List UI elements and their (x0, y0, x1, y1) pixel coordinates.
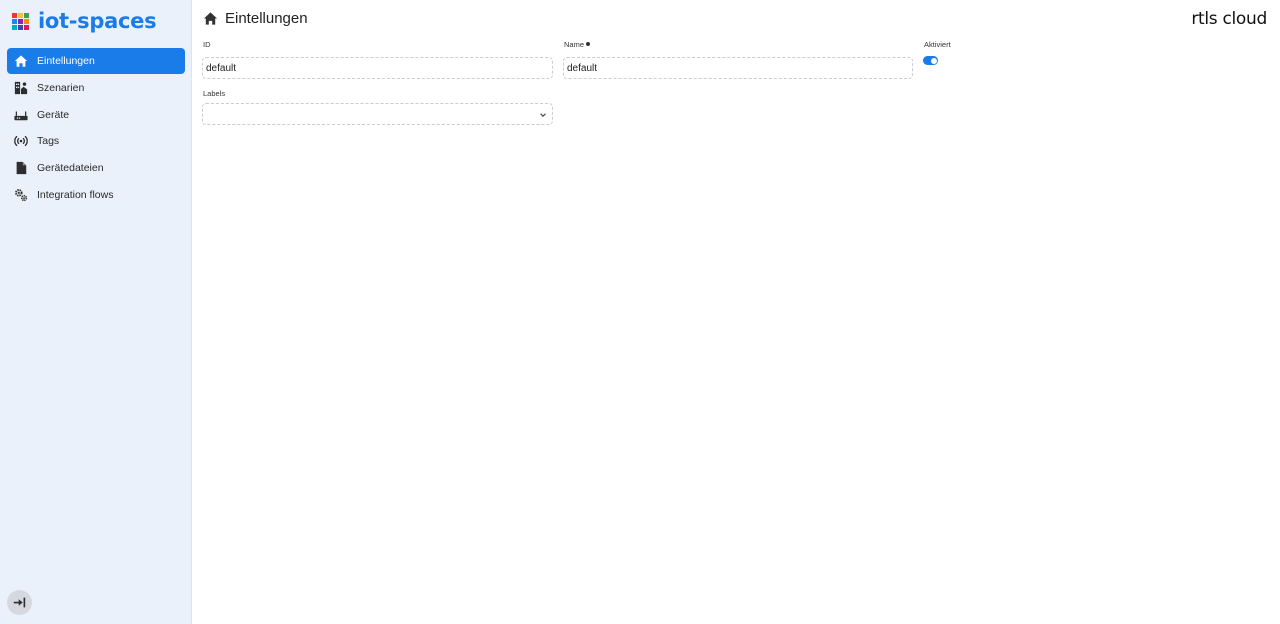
router-icon (13, 107, 29, 123)
brand[interactable]: iot-spaces (12, 8, 157, 34)
brand-grid-cell (24, 24, 29, 30)
page-header: Eintellungen (203, 8, 308, 28)
id-label: ID (203, 40, 211, 49)
id-field[interactable] (202, 57, 553, 79)
name-field[interactable] (563, 57, 913, 79)
home-icon (13, 53, 29, 69)
enabled-label: Aktiviert (924, 40, 951, 49)
main-content: Eintellungen rtls cloud ID Name Aktivier… (193, 0, 1280, 624)
sidebar-item-label: Gerätedateien (37, 162, 104, 175)
sidebar-item-szenarien[interactable]: Szenarien (7, 75, 185, 101)
enabled-toggle[interactable] (923, 56, 938, 65)
logout-button[interactable] (7, 590, 32, 615)
labels-select[interactable] (202, 103, 553, 125)
gears-icon (13, 187, 29, 203)
sidebar-item-tags[interactable]: Tags (7, 128, 185, 154)
home-icon (203, 11, 218, 26)
page-title: Eintellungen (225, 9, 308, 27)
sidebar: iot-spaces Eintellungen Szenarien Geräte… (0, 0, 192, 624)
rtls-cloud-logo: rtls cloud (1191, 9, 1267, 29)
sidebar-item-label: Geräte (37, 108, 70, 121)
brand-grid-cell (24, 18, 29, 24)
sidebar-item-label: Szenarien (37, 81, 85, 94)
broadcast-icon (13, 133, 29, 149)
sidebar-item-integration-flows[interactable]: Integration flows (7, 182, 185, 208)
brand-grid-icon (12, 12, 29, 30)
brand-grid-cell (18, 24, 23, 30)
labels-label: Labels (203, 89, 226, 98)
logout-icon (13, 596, 26, 609)
required-indicator (586, 42, 591, 46)
name-label: Name (564, 40, 591, 49)
toggle-knob (930, 57, 937, 64)
name-label-text: Name (564, 40, 585, 49)
scenarios-icon (13, 80, 29, 96)
chevron-down-icon (540, 113, 546, 117)
brand-grid-cell (12, 12, 17, 18)
brand-grid-cell (24, 12, 29, 18)
brand-grid-cell (18, 12, 23, 18)
sidebar-item-label: Tags (37, 135, 60, 148)
brand-grid-cell (18, 18, 23, 24)
sidebar-item-eintellungen[interactable]: Eintellungen (7, 48, 185, 74)
sidebar-item-geratedateien[interactable]: Gerätedateien (7, 155, 185, 181)
brand-grid-cell (12, 18, 17, 24)
sidebar-nav: Eintellungen Szenarien Geräte Tags Gerät… (7, 48, 185, 209)
brand-name: iot-spaces (38, 9, 157, 33)
file-icon (13, 160, 29, 176)
sidebar-item-label: Integration flows (37, 188, 114, 201)
sidebar-item-gerate[interactable]: Geräte (7, 102, 185, 128)
brand-grid-cell (12, 24, 17, 30)
sidebar-item-label: Eintellungen (37, 55, 95, 67)
